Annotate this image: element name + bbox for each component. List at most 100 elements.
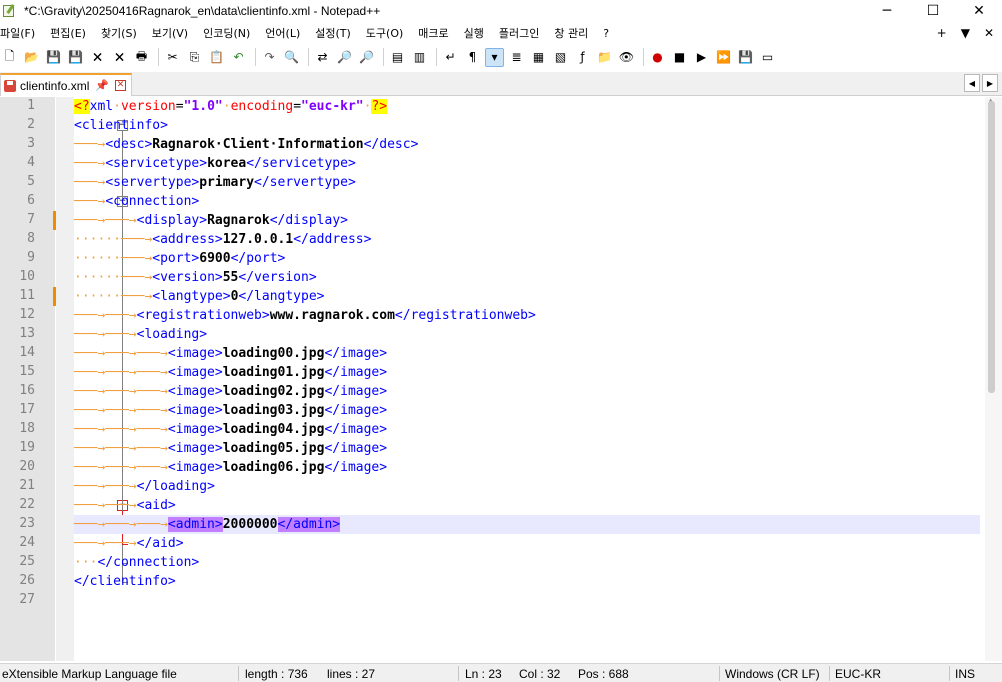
code-line[interactable]: ───→<servertype>primary</servertype> — [74, 173, 980, 192]
menu-item[interactable]: 도구(O) — [366, 25, 408, 41]
menu-item[interactable]: 실행 — [464, 25, 489, 41]
code-line[interactable]: ───→───→───→<image>loading02.jpg</image> — [74, 382, 980, 401]
word-wrap-icon[interactable]: ↵ — [441, 48, 460, 67]
status-eol[interactable]: Windows (CR LF) — [725, 667, 820, 681]
menu-item[interactable]: 창 관리 — [554, 25, 593, 41]
run-macro-multiple-icon[interactable]: ⏩ — [714, 48, 733, 67]
code-line[interactable]: ······───→<langtype>0</langtype> — [74, 287, 980, 306]
code-line[interactable]: ───→───→───→<admin>2000000</admin> — [74, 515, 980, 534]
new-tab-button[interactable]: + — [937, 26, 947, 40]
code-line[interactable]: ───→<servicetype>korea</servicetype> — [74, 154, 980, 173]
code-line[interactable]: ───→───→<display>Ragnarok</display> — [74, 211, 980, 230]
code-line[interactable]: <?xml·version="1.0"·encoding="euc-kr"·?> — [74, 97, 980, 116]
undo-icon[interactable]: ↶ — [229, 48, 248, 67]
save-all-icon[interactable]: 💾 — [66, 48, 85, 67]
close-all-icon[interactable]: 🗙 — [110, 48, 129, 67]
monitoring-icon[interactable]: 👁 — [617, 48, 636, 67]
tab-clientinfo[interactable]: clientinfo.xml 📌 ✕ — [0, 73, 132, 96]
open-file-icon[interactable]: 📂 — [22, 48, 41, 67]
code-line[interactable]: ───→───→───→<image>loading06.jpg</image> — [74, 458, 980, 477]
zoom-in-icon[interactable]: 🔎 — [335, 48, 354, 67]
doc-list-icon[interactable]: ▧ — [551, 48, 570, 67]
code-line[interactable]: ───→<connection> — [74, 192, 980, 211]
code-area[interactable]: <?xml·version="1.0"·encoding="euc-kr"·?>… — [74, 97, 980, 661]
menu-item[interactable]: ? — [603, 27, 614, 40]
show-all-chars-icon[interactable]: ¶ — [463, 48, 482, 67]
sync-horizontal-icon[interactable]: ▥ — [410, 48, 429, 67]
status-insert-mode[interactable]: INS — [955, 667, 975, 681]
menu-item[interactable]: 언어(L) — [265, 25, 305, 41]
save-icon[interactable]: 💾 — [44, 48, 63, 67]
cut-icon[interactable]: ✂ — [163, 48, 182, 67]
maximize-button[interactable]: ☐ — [910, 0, 956, 22]
code-token: <admin> — [167, 517, 223, 532]
code-line[interactable]: ···</connection> — [74, 553, 980, 572]
code-line[interactable]: </clientinfo> — [74, 572, 980, 591]
menu-item[interactable]: 플러그인 — [499, 25, 544, 41]
status-encoding[interactable]: EUC-KR — [835, 667, 881, 681]
code-token: ───→───→───→ — [74, 422, 168, 437]
code-line[interactable]: ───→───→</loading> — [74, 477, 980, 496]
code-line[interactable]: ───→───→</aid> — [74, 534, 980, 553]
code-line[interactable]: ───→───→───→<image>loading05.jpg</image> — [74, 439, 980, 458]
play-macro-icon[interactable]: ▶ — [692, 48, 711, 67]
line-number: 6 — [27, 193, 35, 208]
code-line[interactable] — [74, 591, 980, 610]
tab-scroll-right-button[interactable]: ▶ — [982, 74, 998, 92]
menu-item[interactable]: 파일(F) — [0, 25, 40, 41]
code-line[interactable]: ······───→<version>55</version> — [74, 268, 980, 287]
menu-item[interactable]: 보기(V) — [152, 25, 193, 41]
code-line[interactable]: ───→───→<loading> — [74, 325, 980, 344]
code-line[interactable]: ───→───→───→<image>loading00.jpg</image> — [74, 344, 980, 363]
code-token: <image> — [167, 365, 223, 380]
tab-scroll-left-button[interactable]: ◀ — [964, 74, 980, 92]
doc-map-icon[interactable]: ▦ — [529, 48, 548, 67]
code-line[interactable]: ───→───→───→<image>loading03.jpg</image> — [74, 401, 980, 420]
function-list-icon[interactable]: ƒ — [573, 48, 592, 67]
code-line[interactable]: <clientinfo> — [74, 116, 980, 135]
code-token: ───→ — [74, 175, 106, 190]
scrollbar-thumb[interactable] — [988, 101, 995, 393]
print-icon[interactable]: 🖶 — [132, 48, 151, 67]
copy-icon[interactable]: ⎘ — [185, 48, 204, 67]
code-line[interactable]: ······───→<port>6900</port> — [74, 249, 980, 268]
editor[interactable]: 1 2 3 4 5 6 7 8 9 10 11 12 13 14 15 16 17 18 19 20 21 22 23 24 2… — [0, 97, 1002, 661]
vertical-scrollbar[interactable]: ▲ — [985, 97, 1002, 661]
user-lang-icon[interactable]: ≣ — [507, 48, 526, 67]
code-token: </loading> — [136, 479, 215, 494]
new-file-icon[interactable]: 🗋 — [0, 48, 19, 67]
code-token: Ragnarok·Client·Information — [152, 137, 364, 152]
stop-record-icon[interactable]: ■ — [670, 48, 689, 67]
code-line[interactable]: ───→───→───→<image>loading01.jpg</image> — [74, 363, 980, 382]
paste-icon[interactable]: 📋 — [207, 48, 226, 67]
tab-list-button[interactable]: ▼ — [961, 26, 970, 40]
menu-item[interactable]: 편집(E) — [50, 25, 91, 41]
replace-icon[interactable]: ⇄ — [313, 48, 332, 67]
menu-item[interactable]: 찾기(S) — [101, 25, 142, 41]
menu-item[interactable]: 인코딩(N) — [203, 25, 255, 41]
launch-icon[interactable]: ▭ — [758, 48, 777, 67]
code-line[interactable]: ───→───→<aid> — [74, 496, 980, 515]
code-line[interactable]: ───→───→<registrationweb>www.ragnarok.co… — [74, 306, 980, 325]
find-icon[interactable]: 🔍 — [282, 48, 301, 67]
indent-guide-icon[interactable]: ▾ — [485, 47, 504, 67]
menu-item[interactable]: 설정(T) — [315, 25, 356, 41]
status-bar: eXtensible Markup Language file length :… — [0, 663, 1002, 682]
code-line[interactable]: ······───→<address>127.0.0.1</address> — [74, 230, 980, 249]
save-macro-icon[interactable]: 💾 — [736, 48, 755, 67]
menu-item[interactable]: 매크로 — [418, 25, 453, 41]
sync-vertical-icon[interactable]: ▤ — [388, 48, 407, 67]
folder-workspace-icon[interactable]: 📁 — [595, 48, 614, 67]
code-line[interactable]: ───→<desc>Ragnarok·Client·Information</d… — [74, 135, 980, 154]
pin-icon[interactable]: 📌 — [95, 79, 109, 92]
redo-icon[interactable]: ↷ — [260, 48, 279, 67]
zoom-out-icon[interactable]: 🔎 — [357, 48, 376, 67]
close-tab-button[interactable]: ✕ — [984, 26, 994, 40]
record-macro-icon[interactable]: ● — [648, 48, 667, 67]
code-line[interactable]: ───→───→───→<image>loading04.jpg</image> — [74, 420, 980, 439]
minimize-button[interactable]: ─ — [864, 0, 910, 22]
tab-close-icon[interactable]: ✕ — [115, 80, 127, 91]
close-icon[interactable]: 🗙 — [88, 48, 107, 67]
toolbar-separator — [643, 48, 644, 66]
close-button[interactable]: ✕ — [956, 0, 1002, 22]
